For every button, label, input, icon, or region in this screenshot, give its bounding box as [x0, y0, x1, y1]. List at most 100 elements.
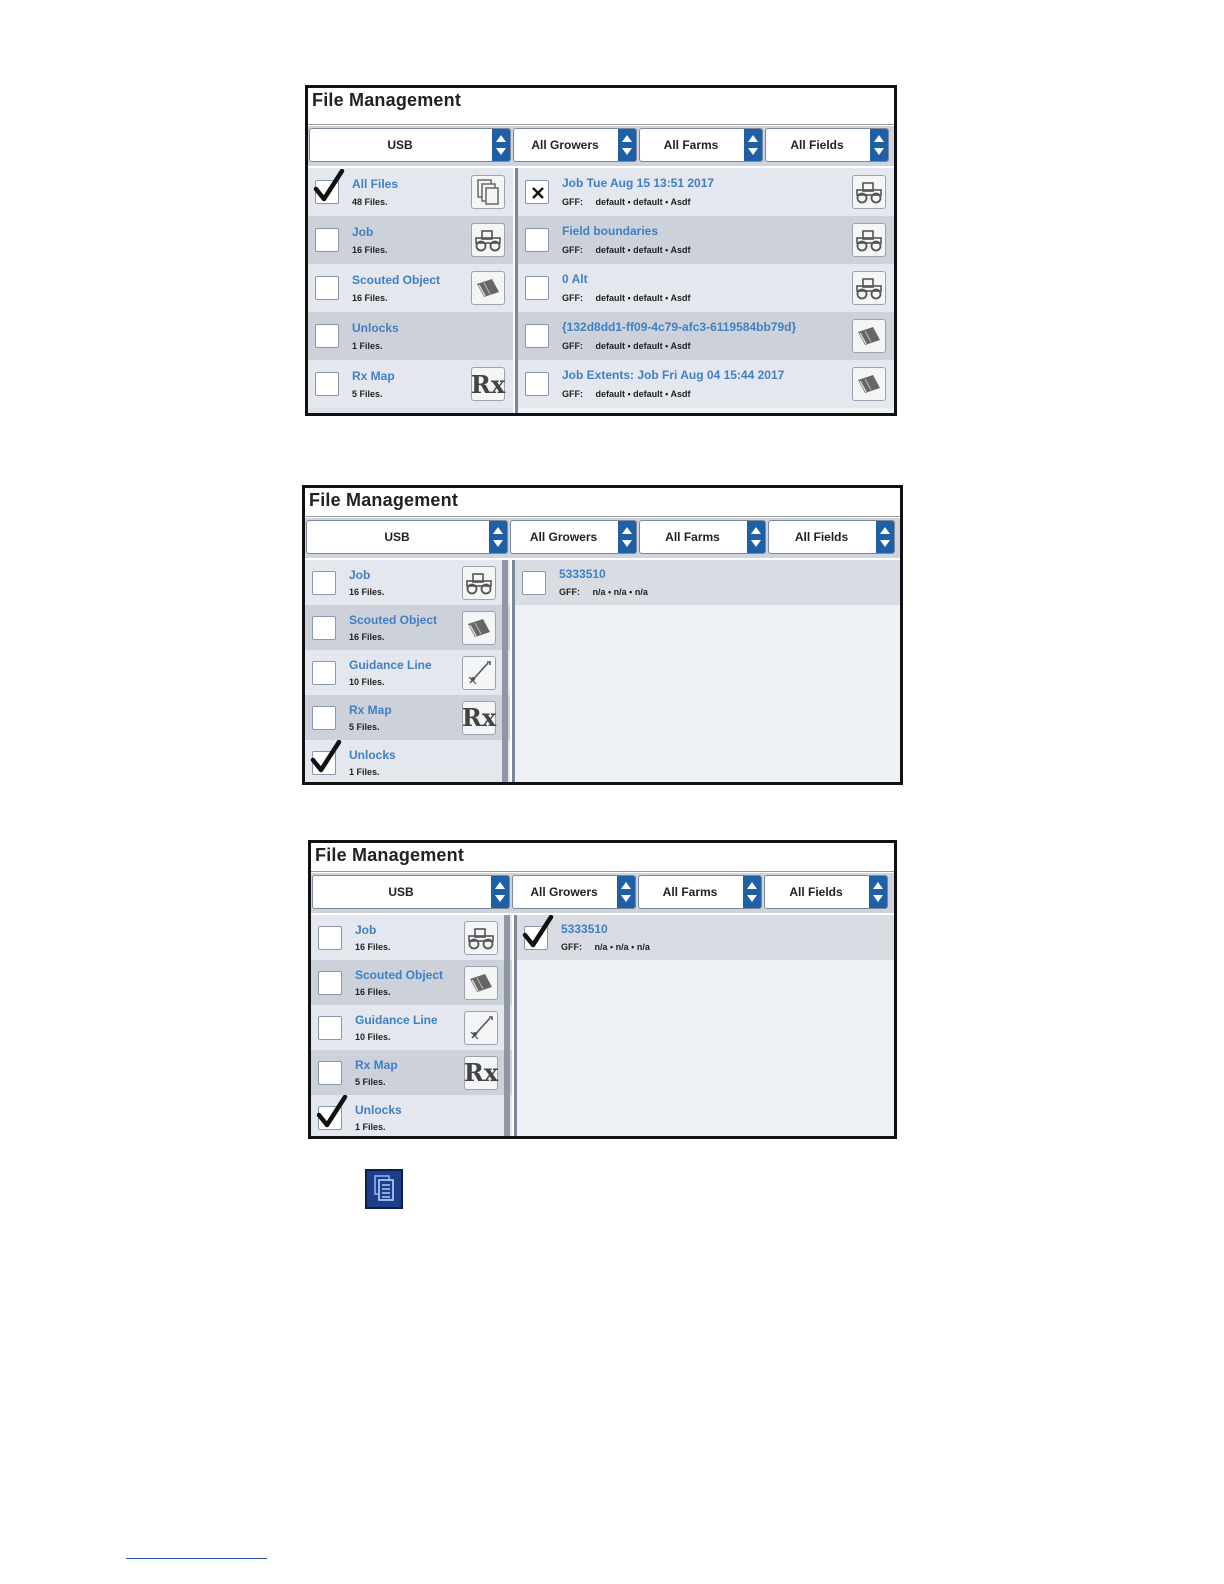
- rx-icon[interactable]: Rx: [471, 367, 505, 401]
- file-type-row[interactable]: Rx Map 5 Files. Rx: [305, 695, 510, 740]
- grower-dropdown[interactable]: All Growers: [510, 520, 637, 554]
- left-scrollbar[interactable]: [504, 915, 510, 1136]
- row-checkbox[interactable]: [525, 180, 549, 204]
- file-type-row[interactable]: Unlocks 1 Files.: [311, 1094, 512, 1136]
- row-checkbox[interactable]: [522, 570, 546, 595]
- file-type-row[interactable]: Scouted Object 16 Files.: [308, 264, 513, 312]
- row-checkbox[interactable]: [522, 915, 554, 950]
- tractor-icon[interactable]: [852, 223, 886, 257]
- row-checkbox[interactable]: [318, 1015, 342, 1040]
- farm-dropdown[interactable]: All Farms: [639, 128, 763, 162]
- file-row[interactable]: Job Tue Aug 15 13:51 2017 GFF: default •…: [518, 168, 894, 216]
- spinner-icon[interactable]: [492, 129, 510, 161]
- file-count: 16 Files.: [355, 942, 391, 952]
- file-type-row[interactable]: Scouted Object 16 Files.: [311, 960, 512, 1005]
- file-row[interactable]: 5333510 GFF: n/a • n/a • n/a: [517, 915, 894, 960]
- spinner-icon[interactable]: [876, 521, 894, 553]
- source-dropdown[interactable]: USB: [312, 875, 510, 909]
- row-checkbox[interactable]: [313, 169, 345, 204]
- guidance-icon[interactable]: [464, 1010, 498, 1045]
- source-dropdown[interactable]: USB: [309, 128, 511, 162]
- row-checkbox[interactable]: [525, 228, 549, 252]
- field-dropdown[interactable]: All Fields: [765, 128, 889, 162]
- row-checkbox[interactable]: [312, 570, 336, 595]
- file-type-row[interactable]: Rx Map 5 Files. Rx: [311, 1050, 512, 1095]
- flag-icon[interactable]: [471, 271, 505, 305]
- flag-icon[interactable]: [462, 610, 496, 645]
- tractor-icon[interactable]: [471, 223, 505, 257]
- rx-icon[interactable]: Rx: [462, 700, 496, 735]
- spinner-icon[interactable]: [618, 521, 636, 553]
- files-icon[interactable]: [471, 175, 505, 209]
- file-type-row[interactable]: Job 16 Files.: [311, 915, 512, 960]
- left-scrollbar[interactable]: [502, 560, 508, 782]
- field-dropdown[interactable]: All Fields: [768, 520, 895, 554]
- flag-icon[interactable]: [464, 965, 498, 1000]
- file-name: 0 Alt: [562, 271, 588, 286]
- file-row[interactable]: 0 Alt GFF: default • default • Asdf: [518, 264, 894, 312]
- row-checkbox[interactable]: [318, 925, 342, 950]
- row-checkbox[interactable]: [525, 324, 549, 348]
- file-list: 5333510 GFF: n/a • n/a • n/a: [514, 915, 894, 1136]
- file-row[interactable]: {132d8dd1-ff09-4c79-afc3-6119584bb79d} G…: [518, 312, 894, 360]
- row-checkbox[interactable]: [525, 372, 549, 396]
- file-type-name: Unlocks: [352, 320, 399, 335]
- row-checkbox[interactable]: [312, 615, 336, 640]
- file-type-row[interactable]: All Files 48 Files.: [308, 168, 513, 216]
- row-checkbox[interactable]: [312, 660, 336, 685]
- tractor-icon[interactable]: [462, 565, 496, 600]
- gff-values: default • default • Asdf: [595, 292, 691, 303]
- field-dropdown[interactable]: All Fields: [764, 875, 888, 909]
- file-row[interactable]: 5333510 GFF: n/a • n/a • n/a: [515, 560, 900, 605]
- file-type-row[interactable]: Rx Map 5 Files. Rx: [308, 360, 513, 408]
- spinner-icon[interactable]: [744, 129, 762, 161]
- gff-label: GFF:: [562, 244, 583, 255]
- file-type-row[interactable]: Guidance Line 10 Files.: [305, 650, 510, 695]
- file-type-row[interactable]: Scouted Object 16 Files.: [305, 605, 510, 650]
- file-type-row[interactable]: Unlocks 1 Files.: [305, 739, 510, 782]
- row-checkbox[interactable]: [318, 970, 342, 995]
- row-checkbox[interactable]: [315, 228, 339, 252]
- spinner-icon[interactable]: [747, 521, 765, 553]
- file-row[interactable]: Field boundaries GFF: default • default …: [518, 216, 894, 264]
- dropdown-label: All Growers: [529, 530, 598, 544]
- tractor-icon[interactable]: [852, 271, 886, 305]
- spinner-icon[interactable]: [618, 129, 636, 161]
- guidance-icon[interactable]: [462, 655, 496, 690]
- row-checkbox[interactable]: [310, 739, 342, 775]
- row-checkbox[interactable]: [315, 324, 339, 348]
- spinner-icon[interactable]: [489, 521, 507, 553]
- farm-dropdown[interactable]: All Farms: [639, 520, 766, 554]
- file-type-row[interactable]: Guidance Line 10 Files.: [311, 1005, 512, 1050]
- file-gff: GFF: default • default • Asdf: [562, 197, 691, 207]
- row-checkbox[interactable]: [315, 372, 339, 396]
- file-row[interactable]: Job Extents: Job Fri Aug 04 15:44 2017 G…: [518, 360, 894, 408]
- flag-icon[interactable]: [852, 367, 886, 401]
- row-checkbox[interactable]: [312, 705, 336, 730]
- row-checkbox[interactable]: [315, 276, 339, 300]
- row-checkbox[interactable]: [318, 1060, 342, 1085]
- farm-dropdown[interactable]: All Farms: [638, 875, 762, 909]
- source-dropdown[interactable]: USB: [306, 520, 508, 554]
- rx-icon[interactable]: Rx: [464, 1055, 498, 1090]
- screen-title: File Management: [309, 490, 459, 510]
- flag-icon[interactable]: [852, 319, 886, 353]
- spinner-icon[interactable]: [617, 876, 635, 908]
- file-type-row[interactable]: Job 16 Files.: [308, 216, 513, 264]
- tractor-icon[interactable]: [464, 920, 498, 955]
- spinner-icon[interactable]: [869, 876, 887, 908]
- file-type-row[interactable]: Unlocks 1 Files.: [308, 312, 513, 360]
- spinner-icon[interactable]: [870, 129, 888, 161]
- file-management-screen: File Management USB All Growers All Farm…: [302, 485, 903, 785]
- file-type-row[interactable]: Job 16 Files.: [305, 560, 510, 605]
- grower-dropdown[interactable]: All Growers: [512, 875, 636, 909]
- file-count: 5 Files.: [349, 722, 380, 732]
- spinner-icon[interactable]: [491, 876, 509, 908]
- tractor-icon[interactable]: [852, 175, 886, 209]
- row-checkbox[interactable]: [316, 1094, 348, 1130]
- title-divider: [305, 516, 900, 517]
- dropdown-label: USB: [388, 885, 414, 899]
- row-checkbox[interactable]: [525, 276, 549, 300]
- grower-dropdown[interactable]: All Growers: [513, 128, 637, 162]
- spinner-icon[interactable]: [743, 876, 761, 908]
